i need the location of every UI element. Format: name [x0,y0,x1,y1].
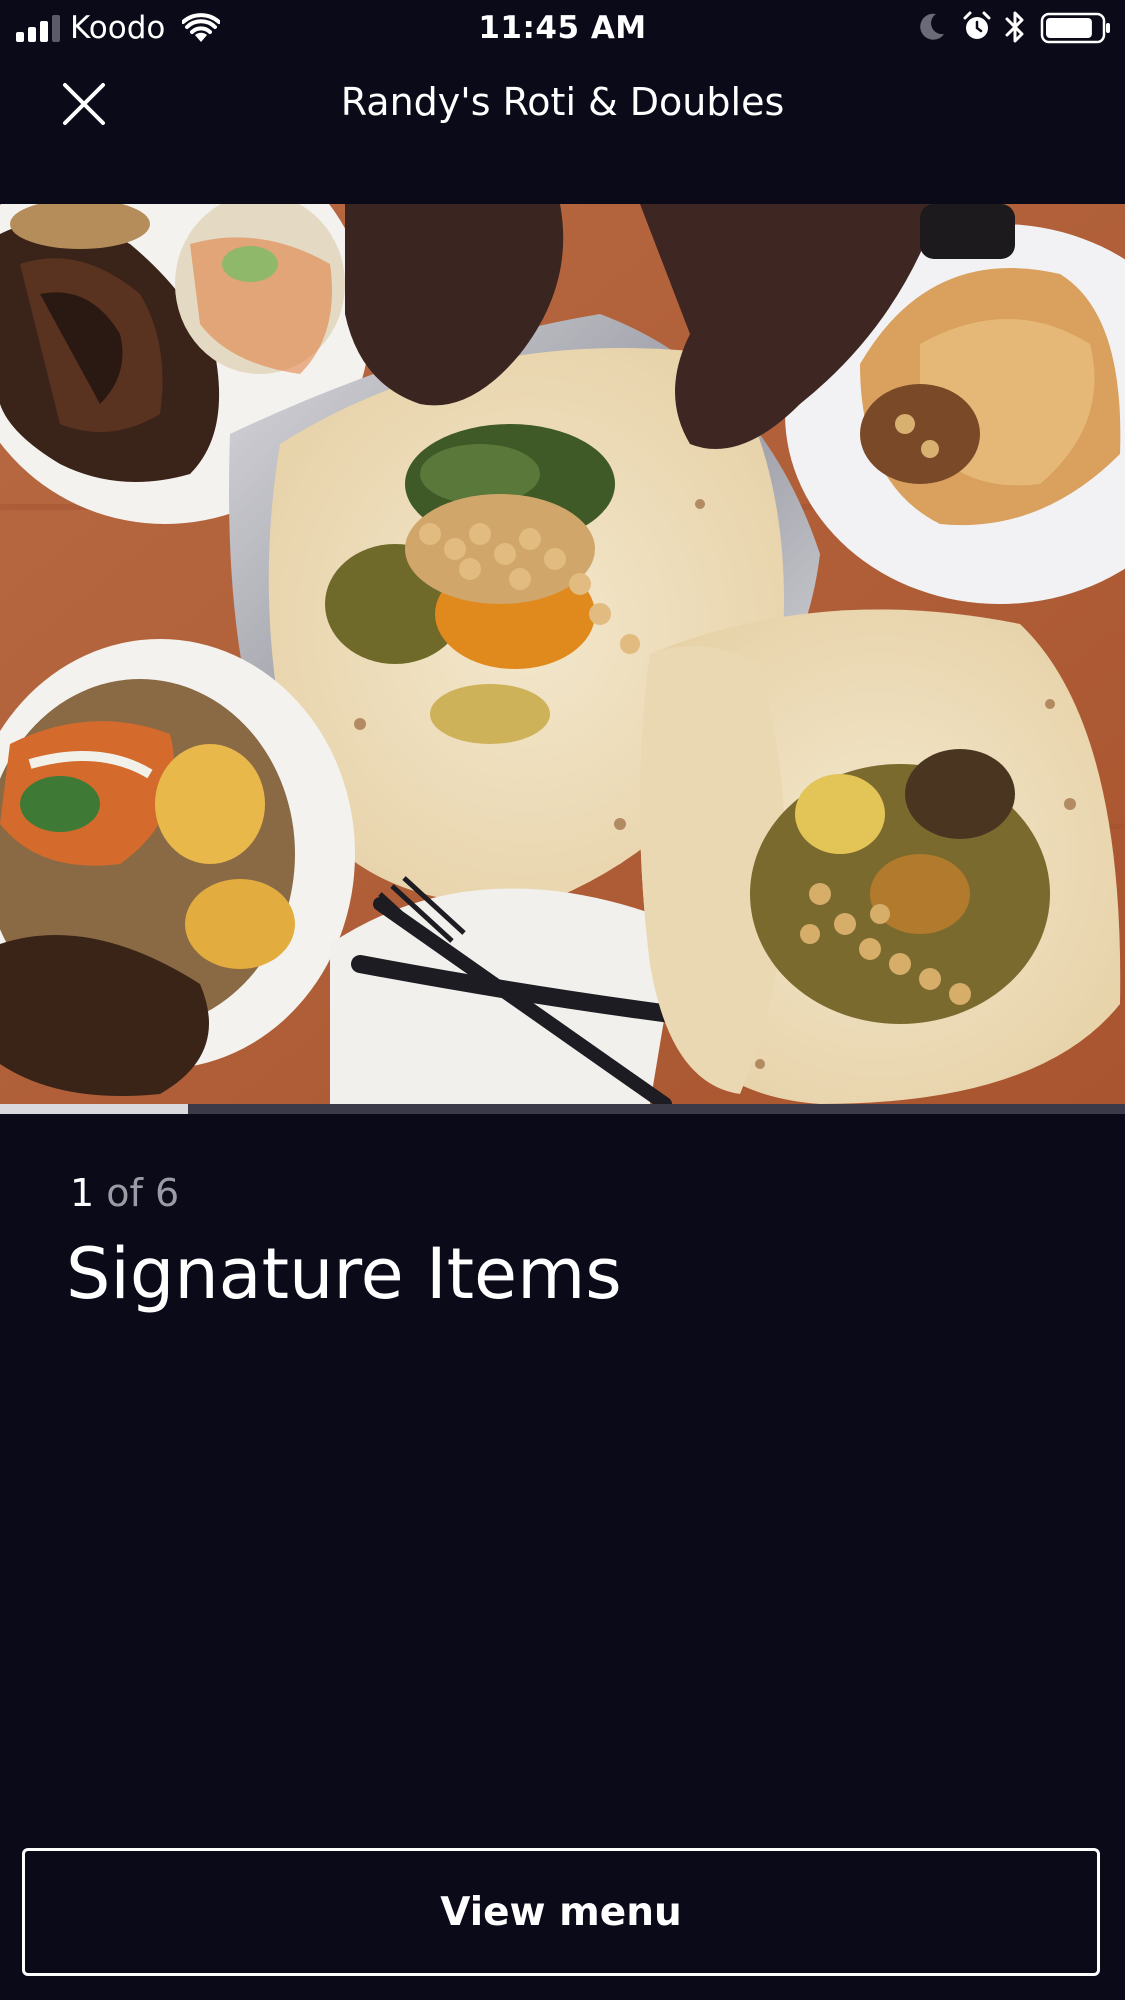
view-menu-button[interactable]: View menu [22,1848,1100,1976]
status-bar: Koodo 11:45 AM [0,0,1125,56]
gallery-photo[interactable] [0,204,1125,1104]
header: Randy's Roti & Doubles [0,56,1125,140]
status-time: 11:45 AM [478,10,647,46]
gallery-counter: 1 of 6 [70,1168,179,1218]
gallery-progress-bar [0,1104,1125,1114]
food-photo-image [0,204,1125,1104]
moon-icon [920,13,944,40]
battery-icon [1040,12,1110,44]
gallery-total-label: of 6 [106,1171,180,1215]
gallery-progress-fill [0,1104,188,1114]
gallery-current-index: 1 [70,1171,95,1215]
gallery-caption: Signature Items [66,1233,622,1315]
restaurant-title: Randy's Roti & Doubles [340,80,785,124]
alarm-icon [963,11,991,39]
bluetooth-icon [1005,11,1024,43]
